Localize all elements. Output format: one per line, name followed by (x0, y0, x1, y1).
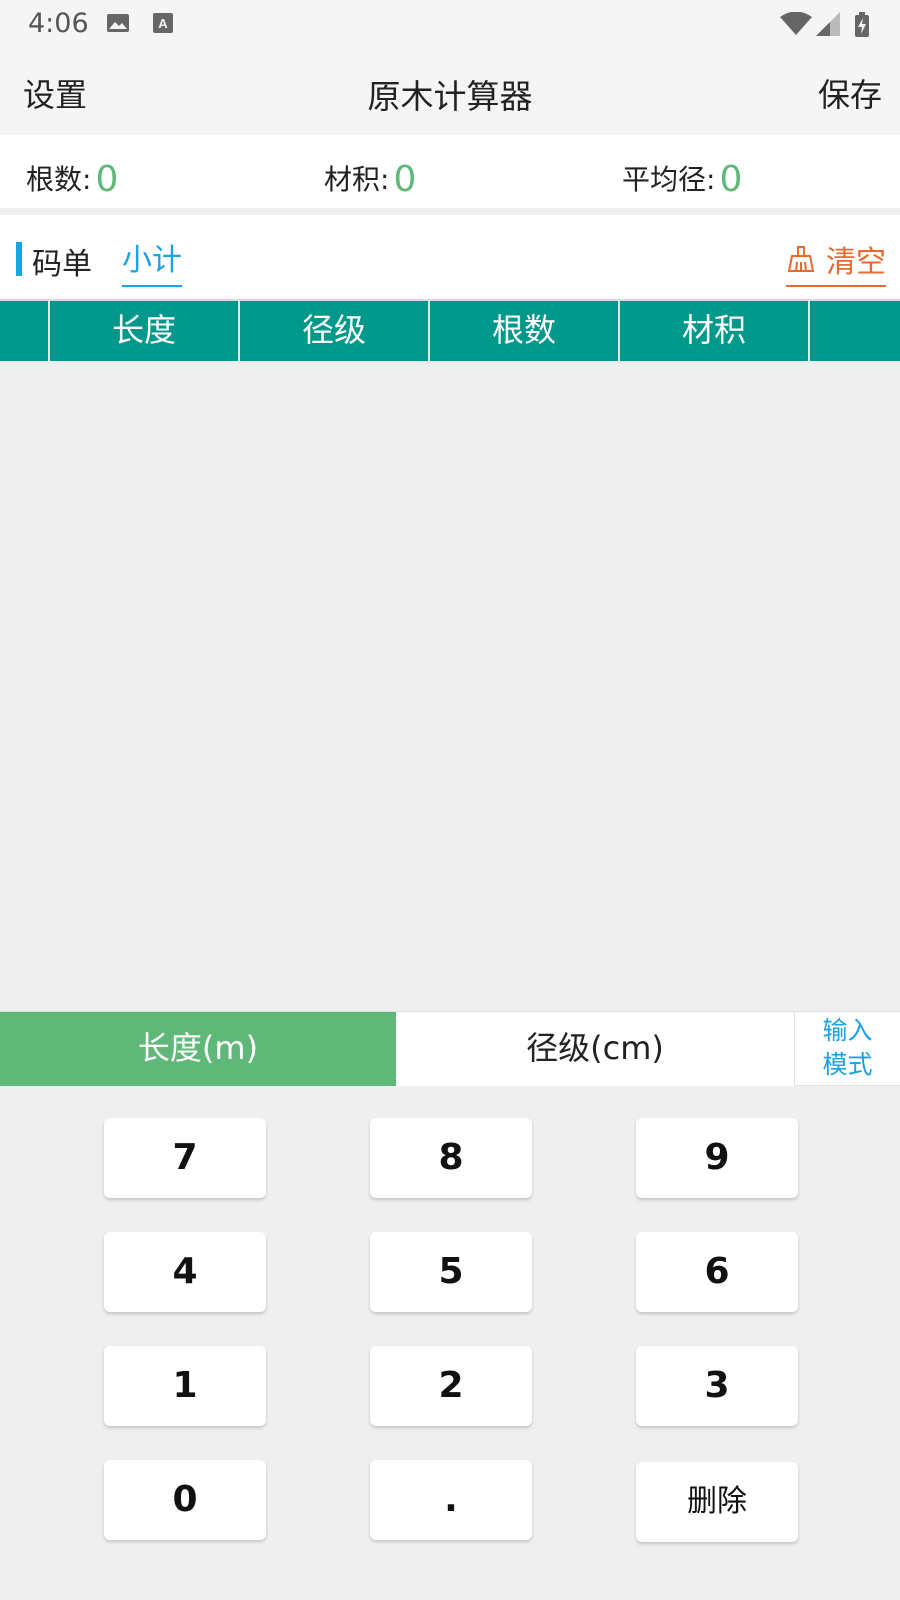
key-5[interactable]: 5 (370, 1232, 532, 1312)
delete-button[interactable]: 删除 (636, 1462, 798, 1542)
column-header-volume: 材积 (681, 311, 746, 349)
key-7[interactable]: 7 (104, 1118, 266, 1198)
input-mode-button[interactable]: 输入 模式 (794, 1012, 900, 1086)
key-2[interactable]: 2 (370, 1346, 532, 1426)
column-header-count: 根数 (491, 311, 556, 349)
app-bar: 设置 原木计算器 保存 (0, 48, 900, 135)
tab-subtotal[interactable]: 小计 (122, 235, 182, 287)
save-button[interactable]: 保存 (818, 70, 882, 116)
numeric-keypad: 7 8 9 4 5 6 1 2 3 0 . 删除 (0, 1086, 900, 1600)
diameter-mode-button[interactable]: 径级(cm) (396, 1012, 794, 1086)
avg-diameter-label: 平均径: (622, 163, 716, 196)
svg-text:A: A (158, 16, 168, 31)
text-notification-icon: A (152, 12, 174, 38)
clear-button[interactable]: 清空 (786, 237, 886, 287)
page-title: 原木计算器 (367, 77, 533, 116)
input-mode-line2: 模式 (822, 1050, 873, 1079)
column-header-length: 长度 (111, 311, 176, 349)
volume-value: 0 (393, 159, 417, 200)
length-mode-button[interactable]: 长度(m) (0, 1012, 396, 1086)
input-mode-line1: 输入 (822, 1016, 873, 1045)
summary-count: 根数: 0 (26, 157, 119, 200)
tab-tally-sheet[interactable]: 码单 (32, 239, 92, 283)
input-mode-row: 长度(m) 径级(cm) 输入 模式 (0, 1011, 900, 1086)
battery-charging-icon (854, 12, 870, 42)
summary-volume: 材积: 0 (324, 157, 417, 200)
key-1[interactable]: 1 (104, 1346, 266, 1426)
key-9[interactable]: 9 (636, 1118, 798, 1198)
cell-signal-icon (816, 12, 840, 40)
key-4[interactable]: 4 (104, 1232, 266, 1312)
table-header: 长度 径级 根数 材积 (0, 299, 900, 361)
tally-list[interactable] (0, 361, 900, 1011)
wifi-icon (780, 11, 812, 40)
count-value: 0 (95, 159, 119, 200)
volume-label: 材积: (324, 163, 390, 196)
key-8[interactable]: 8 (370, 1118, 532, 1198)
summary-bar: 根数: 0 材积: 0 平均径: 0 (0, 135, 900, 208)
tabs-row: 码单 小计 清空 (0, 215, 900, 299)
column-header-diameter: 径级 (301, 311, 366, 349)
image-notification-icon (106, 12, 130, 38)
broom-icon (787, 246, 815, 272)
clear-label: 清空 (826, 245, 886, 280)
key-decimal-point[interactable]: . (370, 1460, 532, 1540)
status-time: 4:06 (28, 8, 89, 39)
key-0[interactable]: 0 (104, 1460, 266, 1540)
key-6[interactable]: 6 (636, 1232, 798, 1312)
status-bar: 4:06 A (0, 0, 900, 48)
count-label: 根数: (26, 163, 92, 196)
key-3[interactable]: 3 (636, 1346, 798, 1426)
avg-diameter-value: 0 (719, 159, 743, 200)
tab-indicator (16, 242, 22, 276)
column-divider (808, 301, 810, 361)
summary-avg-diameter: 平均径: 0 (622, 157, 743, 200)
